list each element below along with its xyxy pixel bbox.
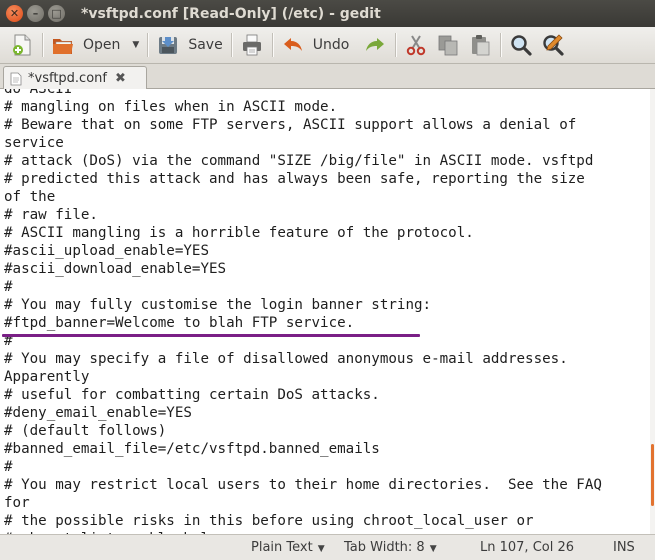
window-controls: ✕ – □ [6,5,69,22]
replace-icon [543,34,564,56]
code-line: # You may fully customise the login bann… [4,297,432,313]
title-bar: ✕ – □ *vsftpd.conf [Read-Only] (/etc) - … [0,0,655,27]
code-line: # mangling on files when in ASCII mode. [4,99,338,115]
code-line: # attack (DoS) via the command "SIZE /bi… [4,153,594,169]
paste-button[interactable] [464,30,496,60]
code-line: # Beware that on some FTP servers, ASCII… [4,117,577,133]
vertical-scrollbar[interactable] [650,89,655,534]
code-line: #deny_email_enable=YES [4,405,192,421]
tab-vsftpd-conf[interactable]: *vsftpd.conf ✖ [3,66,147,90]
code-line: #ascii_upload_enable=YES [4,243,209,259]
tab-label: *vsftpd.conf [28,71,107,86]
find-icon [511,35,532,56]
toolbar-separator [42,33,43,57]
tab-width-selector[interactable]: Tab Width: 8 ▼ [344,540,437,555]
code-line: #ascii_download_enable=YES [4,261,227,277]
editor-text: do ASCII # mangling on files when in ASCI… [4,89,602,534]
language-label: Plain Text [251,540,313,555]
tab-close-icon[interactable]: ✖ [115,71,126,86]
code-line: # raw file. [4,207,98,223]
insert-mode-indicator: INS [613,540,635,555]
code-line: # (default follows) [4,423,167,439]
minimize-window-button[interactable]: – [27,5,44,22]
redo-icon [366,38,385,51]
paste-icon [472,35,490,56]
redo-button[interactable] [359,30,391,60]
new-document-icon [13,34,31,56]
copy-button[interactable] [432,30,464,60]
code-line: # You may specify a file of disallowed a… [4,351,568,367]
window-title: *vsftpd.conf [Read-Only] (/etc) - gedit [81,5,381,22]
cursor-position: Ln 107, Col 26 [480,540,575,555]
code-line: # [4,279,13,295]
code-line: # [4,459,13,475]
copy-icon [438,35,458,56]
code-line: # useful for combatting certain DoS atta… [4,387,380,403]
open-button[interactable]: Open ▼ [47,30,143,60]
find-button[interactable] [505,30,537,60]
tab-width-chevron-down-icon: ▼ [429,544,437,554]
save-button-label: Save [188,37,223,53]
code-line: service [4,135,64,151]
document-tab-bar: *vsftpd.conf ✖ [0,64,655,90]
cut-icon [407,35,426,56]
close-window-button[interactable]: ✕ [6,5,23,22]
text-editor[interactable]: do ASCII # mangling on files when in ASCI… [0,89,650,534]
new-document-button[interactable] [6,30,38,60]
code-line: #banned_email_file=/etc/vsftpd.banned_em… [4,441,380,457]
code-line: # predicted this attack and has always b… [4,171,585,187]
language-selector[interactable]: Plain Text ▼ [251,540,325,555]
code-line: # the possible risks in this before usin… [4,513,534,529]
open-dropdown-chevron-down-icon[interactable]: ▼ [132,40,139,50]
code-line: do ASCII [4,89,73,97]
open-folder-icon [53,39,73,54]
code-line: # ASCII mangling is a horrible feature o… [4,225,474,241]
toolbar-separator [395,33,397,57]
maximize-window-button[interactable]: □ [48,5,65,22]
scrollbar-thumb[interactable] [651,444,654,506]
text-file-icon [10,72,22,85]
toolbar-separator [147,33,149,57]
cut-button[interactable] [400,30,432,60]
save-button[interactable]: Save [152,30,226,60]
code-line: # You may restrict local users to their … [4,477,602,493]
code-line: Apparently [4,369,90,385]
code-line: #ftpd_banner=Welcome to blah FTP service… [4,315,355,331]
highlight-underline [2,334,420,337]
toolbar-separator [500,33,502,57]
open-button-label: Open [83,37,121,53]
toolbar: Open ▼ Save Undo [0,27,655,64]
undo-icon [283,38,302,51]
tab-width-label: Tab Width: 8 [344,540,425,555]
print-icon [242,34,261,56]
status-bar: Plain Text ▼ Tab Width: 8 ▼ Ln 107, Col 26… [0,534,655,560]
code-line: of the [4,189,56,205]
find-replace-button[interactable] [537,30,569,60]
toolbar-separator [271,33,273,57]
language-chevron-down-icon: ▼ [317,544,325,554]
code-line: for [4,495,30,511]
print-button[interactable] [236,30,268,60]
toolbar-separator [230,33,232,57]
save-icon [159,37,178,54]
undo-button[interactable]: Undo [277,30,354,60]
undo-button-label: Undo [312,37,350,53]
